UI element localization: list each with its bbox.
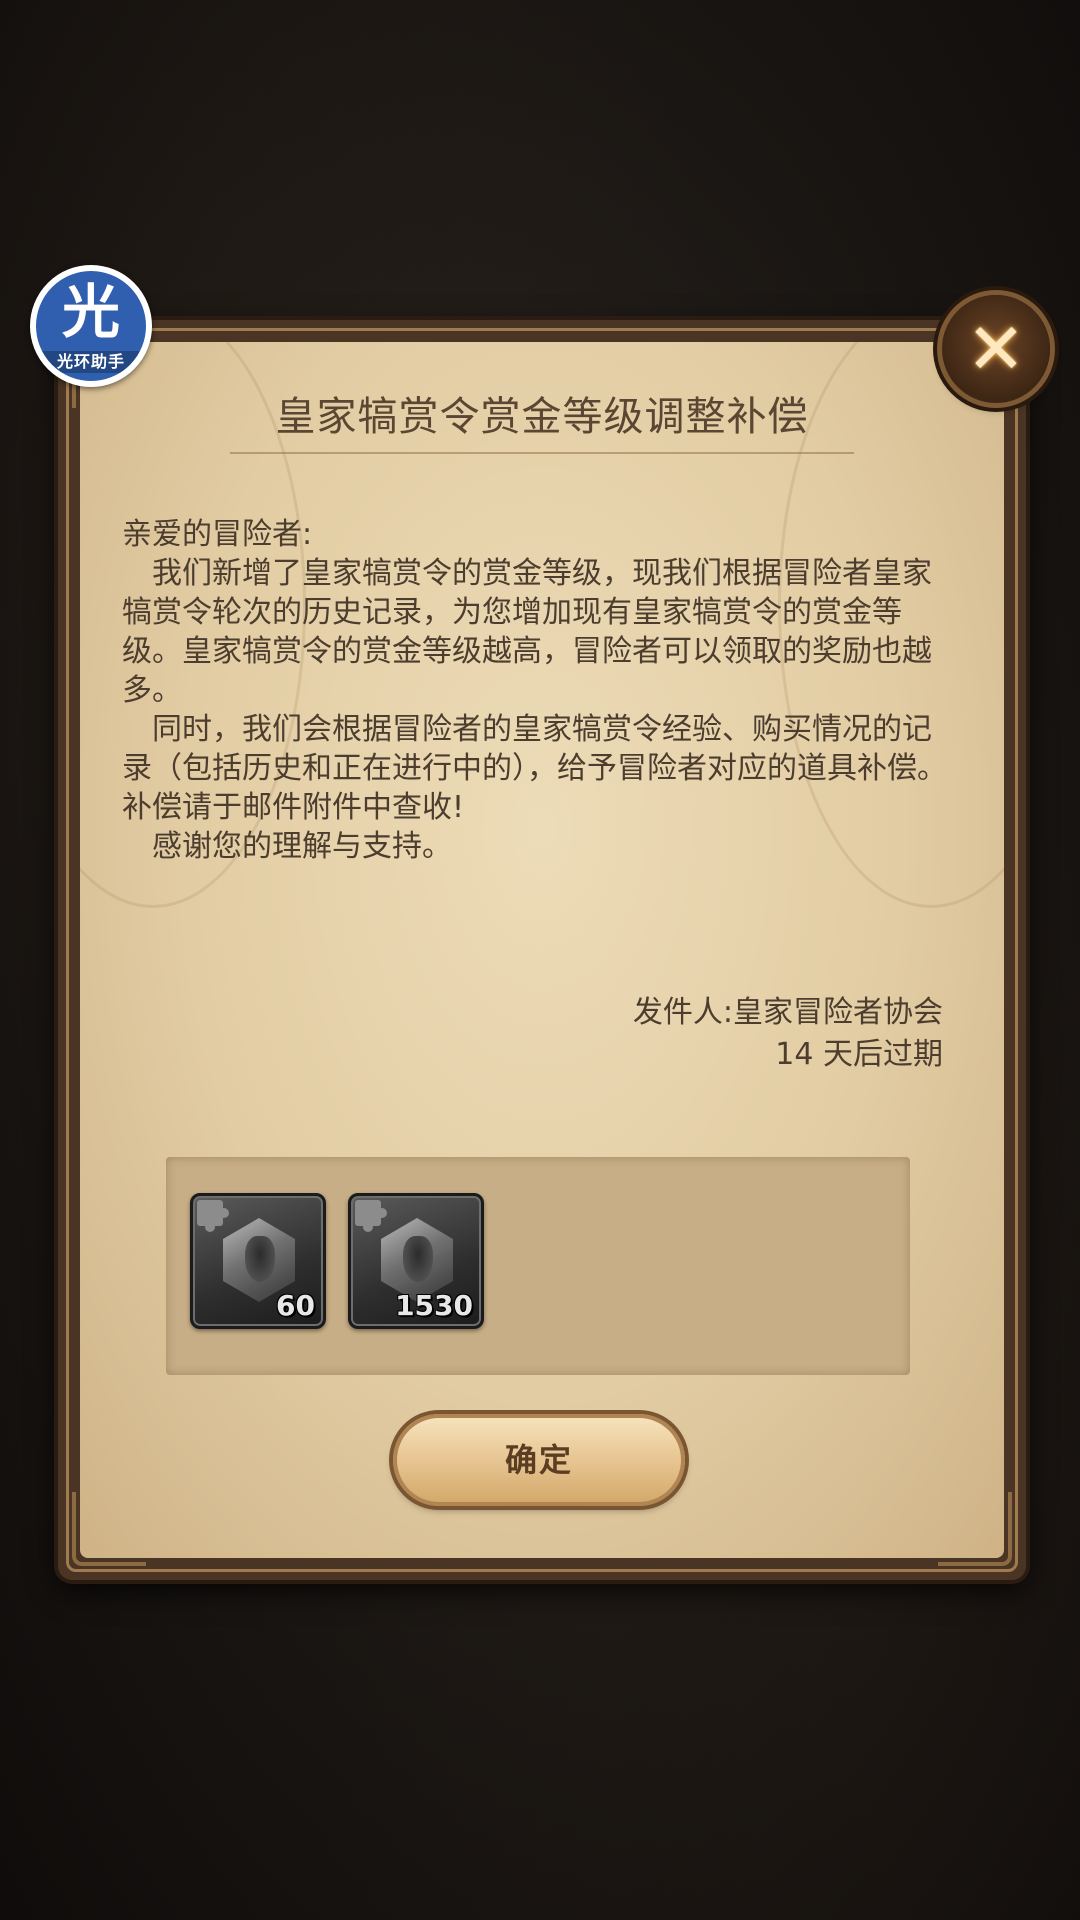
puzzle-piece-icon (355, 1200, 387, 1232)
mail-body: 亲爱的冒险者: 我们新增了皇家犒赏令的赏金等级，现我们根据冒险者皇家犒赏令轮次的… (122, 515, 950, 866)
mail-dialog: 皇家犒赏令赏金等级调整补偿 (58, 320, 1026, 1580)
close-icon: ✕ (966, 308, 1026, 390)
attachment-item[interactable]: 60 (190, 1193, 326, 1329)
mail-sender: 发件人:皇家冒险者协会 (632, 995, 943, 1030)
mail-paragraph: 我们新增了皇家犒赏令的赏金等级，现我们根据冒险者皇家犒赏令轮次的历史记录，为您增… (122, 556, 932, 708)
mail-closing: 感谢您的理解与支持。 (152, 829, 452, 864)
mail-paragraph: 同时，我们会根据冒险者的皇家犒赏令经验、购买情况的记录（包括历史和正在进行中的）… (122, 712, 947, 825)
frame-corner-ornament (72, 1492, 146, 1566)
confirm-button[interactable]: 确定 (393, 1414, 685, 1506)
watermark-mark: 光 (61, 278, 120, 346)
puzzle-piece-icon (197, 1200, 229, 1232)
attachment-item[interactable]: 1530 (348, 1193, 484, 1329)
item-count: 1530 (395, 1289, 473, 1322)
title-bar: 皇家犒赏令赏金等级调整补偿 (230, 382, 854, 454)
mail-greeting: 亲爱的冒险者: (122, 517, 313, 552)
close-button[interactable]: ✕ (942, 295, 1050, 403)
dialog-title: 皇家犒赏令赏金等级调整补偿 (275, 394, 809, 440)
mail-expiry: 14 天后过期 (775, 1037, 943, 1072)
watermark-badge: 光 光环助手 (30, 265, 152, 387)
watermark-text: 光环助手 (36, 351, 146, 373)
attachments-panel: 60 1530 (166, 1157, 910, 1375)
frame-corner-ornament (938, 1492, 1012, 1566)
confirm-button-label: 确定 (504, 1441, 573, 1479)
item-count: 60 (276, 1289, 315, 1322)
